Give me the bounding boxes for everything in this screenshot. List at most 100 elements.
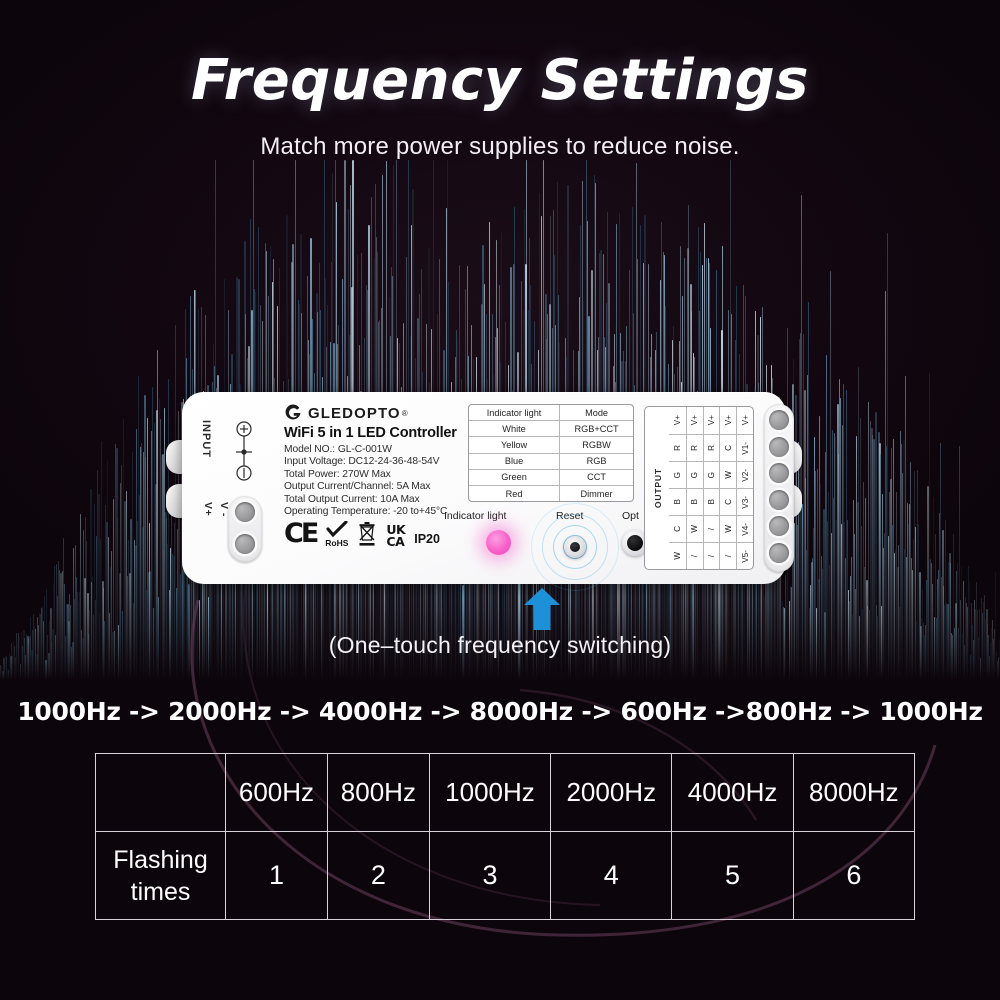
table-row: Blue RGB [469,452,633,470]
ce-mark-icon: CE [284,518,319,549]
freq-header-blank [95,753,226,832]
frequency-sequence: 1000Hz -> 2000Hz -> 4000Hz -> 8000Hz -> … [17,697,983,726]
indicator-mode: RGBW [559,436,633,454]
freq-header: 2000Hz [550,753,673,832]
device-body: INPUT V+ V - GLEDOPTO ® WiFi 5 in 1 LED … [182,392,794,591]
output-pin-cell: V1- [737,434,753,461]
indicator-light-table: Indicator light Mode White RGB+CCT Yello… [468,404,634,503]
header: Frequency Settings Match more power supp… [0,48,1000,161]
output-pin-cell: W [720,515,737,542]
output-pin-cell: V+ [740,415,750,426]
ukca-mark-icon: UK CA [386,524,405,547]
rohs-label: RoHS [325,537,349,548]
spec-line: Input Voltage: DC12-24-36-48-54V [284,456,440,468]
freq-header: 8000Hz [792,753,916,832]
output-pin-cell: / [703,542,720,569]
terminal-screw [235,534,255,554]
output-pin-cell: G [686,461,703,488]
flashing-times-label: Flashing times [95,831,226,920]
output-pin-cell: W [720,461,737,488]
indicator-color: Green [469,468,561,486]
indicator-mode: Dimmer [559,484,633,502]
led-controller-device: INPUT V+ V - GLEDOPTO ® WiFi 5 in 1 LED … [166,392,802,591]
touch-caption: (One–touch frequency switching) [328,632,672,658]
output-column: V+ R G B C W [669,407,686,569]
controls-row: Indicator light Reset Opt [444,503,648,591]
frequency-flash-table: 600Hz 800Hz 1000Hz 2000Hz 4000Hz 8000Hz … [95,753,916,920]
product-name: WiFi 5 in 1 LED Controller [284,425,457,441]
output-column: V+ R G B W / [685,407,703,569]
terminal-screw [769,516,789,536]
reset-button-wrap[interactable] [531,503,619,591]
output-pin-cell: B [669,488,686,515]
output-label: OUTPUT [647,407,669,569]
flash-count: 6 [792,831,916,920]
freq-header: 600Hz [225,753,328,832]
table-row: Flashing times 1 2 3 4 5 6 [95,831,916,920]
table-row: Green CCT [469,468,633,486]
output-column: V+ V1- V2- V3- V4- V5- [736,407,753,569]
polarity-icon [236,421,252,481]
input-terminal-block [228,496,262,562]
table-header-row: 600Hz 800Hz 1000Hz 2000Hz 4000Hz 8000Hz [95,753,916,832]
registered-mark: ® [401,408,408,418]
output-column: V+ C W C W / [719,407,737,569]
input-label: INPUT [200,420,212,458]
brand-name: GLEDOPTO [308,404,401,422]
table-row: Indicator light Mode [469,405,633,422]
indicator-led [486,530,511,555]
output-grid: V+ R G B C W V+ R G B W / V+ R G B / / V+ C W C W / V+ V1- V2- V3- V… [669,407,753,569]
output-pin-cell: G [703,461,720,488]
spec-list: Model NO.: GL-C-001W Input Voltage: DC12… [284,444,447,518]
rohs-mark-icon: RoHS [325,520,349,548]
gledopto-logo-icon [285,404,301,420]
output-pin-cell: / [686,542,703,569]
brand-row: GLEDOPTO ® [284,404,408,422]
reset-button[interactable] [564,536,586,558]
output-pin-cell: C [669,515,686,542]
flash-count: 5 [671,831,794,920]
output-pin-cell: W [686,515,703,542]
flashing-times-line1: Flashing [113,845,208,874]
opt-caption: Opt [622,510,639,522]
weee-bin-icon [357,521,377,547]
input-section: INPUT V+ V - [190,402,282,574]
terminal-screw [769,542,789,563]
output-pin-cell: V2- [737,461,753,488]
indicator-mode: RGB [559,452,633,470]
flash-count: 4 [550,831,673,920]
freq-header: 800Hz [326,753,430,832]
output-pin-cell: V+ [672,415,682,426]
output-pin-cell: V+ [723,415,733,426]
spec-line: Total Output Current: 10A Max [284,493,420,505]
output-pin-cell: V+ [706,415,716,426]
indicator-header-mode: Mode [559,405,633,422]
output-pin-cell: C [720,434,737,461]
output-pin-cell: G [669,461,686,488]
output-pinout-table: OUTPUT V+ R G B C W V+ R G B W / V+ R G B / / V+ C W C W / V+ V1-… [644,406,754,570]
certification-row: CE RoHS UK CA IP20 [284,520,440,547]
indicator-mode: CCT [559,468,633,486]
table-row: Red Dimmer [469,484,633,502]
indicator-light-caption: Indicator light [444,510,507,522]
freq-header: 4000Hz [671,753,794,832]
flash-count: 3 [428,831,552,920]
ip-rating-label: IP20 [414,532,440,546]
page-subtitle: Match more power supplies to reduce nois… [260,132,740,160]
page-title: Frequency Settings [190,48,810,113]
terminal-screw [769,489,789,510]
output-pin-cell: B [686,488,703,515]
output-pin-cell: / [720,542,737,569]
output-pin-cell: W [669,542,686,569]
output-pin-cell: / [703,515,720,542]
weee-bin-glyph [359,522,375,546]
flash-count: 1 [225,831,328,920]
input-v-plus-label: V+ [202,502,214,517]
indicator-mode: RGB+CCT [559,420,633,438]
spec-line: Model NO.: GL-C-001W [284,444,392,455]
spec-line: Total Power: 270W Max [284,468,391,480]
output-pin-cell: V+ [690,415,700,426]
table-row: Yellow RGBW [469,436,633,454]
freq-header: 1000Hz [428,753,552,832]
output-pin-cell: R [703,434,720,461]
